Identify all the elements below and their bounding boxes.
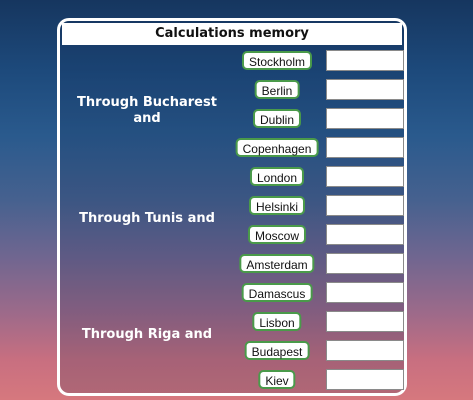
group-label-bucharest: Through Bucharest and (77, 95, 217, 126)
city-kiev: Kiev (258, 370, 296, 389)
result-field-lisbon[interactable] (326, 311, 404, 332)
city-dublin: Dublin (252, 109, 302, 128)
city-budapest: Budapest (244, 341, 310, 360)
result-field-moscow[interactable] (326, 224, 404, 245)
result-field-dublin[interactable] (326, 108, 404, 129)
city-lisbon: Lisbon (252, 312, 302, 331)
city-berlin: Berlin (254, 80, 300, 99)
result-field-london[interactable] (326, 166, 404, 187)
group-label-riga: Through Riga and (81, 327, 213, 342)
result-field-helsinki[interactable] (326, 195, 404, 216)
city-helsinki: Helsinki (248, 196, 306, 215)
result-field-berlin[interactable] (326, 79, 404, 100)
city-copenhagen: Copenhagen (235, 138, 319, 157)
city-stockholm: Stockholm (241, 51, 313, 70)
result-field-kiev[interactable] (326, 369, 404, 390)
city-moscow: Moscow (247, 225, 307, 244)
city-damascus: Damascus (241, 283, 313, 302)
result-field-copenhagen[interactable] (326, 137, 404, 158)
group-label-tunis: Through Tunis and (79, 211, 215, 226)
city-london: London (249, 167, 305, 186)
calculations-memory-panel: Calculations memory Through Bucharest an… (57, 18, 407, 396)
result-field-stockholm[interactable] (326, 50, 404, 71)
panel-title: Calculations memory (62, 23, 402, 45)
result-field-amsterdam[interactable] (326, 253, 404, 274)
city-amsterdam: Amsterdam (239, 254, 315, 273)
result-field-budapest[interactable] (326, 340, 404, 361)
result-field-damascus[interactable] (326, 282, 404, 303)
